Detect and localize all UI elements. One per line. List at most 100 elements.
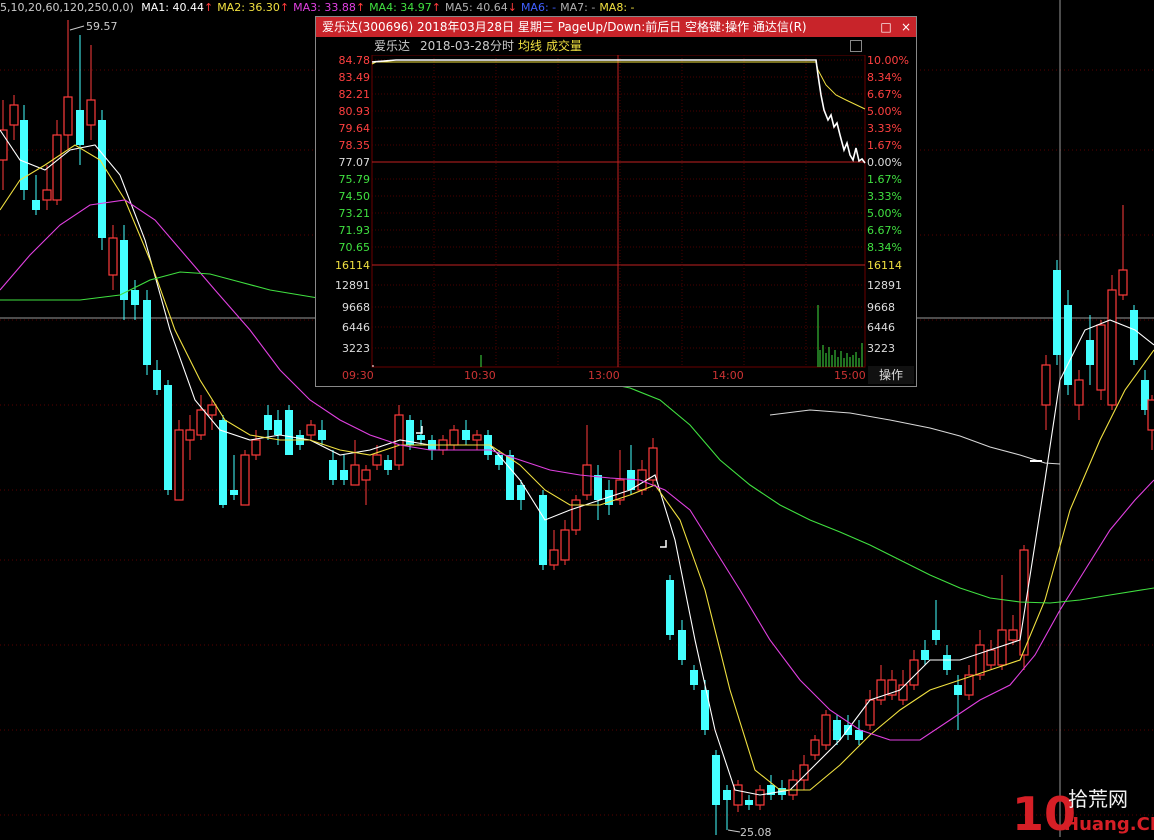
candle[interactable] bbox=[909, 650, 919, 690]
price-axis-label: 80.93 bbox=[338, 105, 371, 118]
candle[interactable] bbox=[723, 785, 731, 830]
candle[interactable] bbox=[755, 785, 765, 810]
intraday-chart[interactable] bbox=[316, 55, 916, 369]
candle[interactable] bbox=[921, 640, 929, 665]
candle[interactable] bbox=[428, 435, 436, 460]
candle[interactable] bbox=[76, 35, 84, 165]
price-axis-label: 83.49 bbox=[338, 71, 371, 84]
candle[interactable] bbox=[666, 575, 674, 640]
candle[interactable] bbox=[153, 360, 161, 395]
candle[interactable] bbox=[1074, 370, 1084, 420]
candle[interactable] bbox=[329, 450, 337, 485]
candle[interactable] bbox=[285, 405, 293, 455]
candle[interactable] bbox=[932, 600, 940, 645]
candle[interactable] bbox=[63, 20, 73, 150]
panel-icon[interactable] bbox=[850, 40, 862, 52]
price-axis-label: 84.78 bbox=[338, 54, 371, 67]
close-icon[interactable]: × bbox=[896, 17, 916, 37]
candle[interactable] bbox=[449, 425, 459, 450]
candle[interactable] bbox=[361, 465, 371, 505]
candle[interactable] bbox=[9, 95, 19, 140]
candle[interactable] bbox=[318, 420, 326, 445]
candle[interactable] bbox=[174, 420, 184, 501]
candle[interactable] bbox=[42, 165, 52, 210]
candle[interactable] bbox=[615, 450, 625, 505]
volume-axis-label: 12891 bbox=[867, 279, 902, 292]
candle[interactable] bbox=[1086, 315, 1094, 385]
candle[interactable] bbox=[517, 480, 525, 510]
candle[interactable] bbox=[472, 430, 482, 450]
candle[interactable] bbox=[887, 670, 897, 700]
candle[interactable] bbox=[560, 520, 570, 565]
maximize-icon[interactable]: □ bbox=[876, 17, 896, 37]
candle[interactable] bbox=[251, 430, 261, 460]
candle[interactable] bbox=[865, 690, 875, 730]
candle[interactable] bbox=[86, 45, 96, 140]
tab-volume[interactable]: 成交量 bbox=[546, 37, 582, 55]
candle[interactable] bbox=[185, 415, 195, 460]
candle[interactable] bbox=[0, 100, 8, 190]
candle[interactable] bbox=[350, 440, 360, 486]
candle[interactable] bbox=[810, 735, 820, 760]
candle[interactable] bbox=[678, 620, 686, 665]
candle[interactable] bbox=[143, 290, 151, 375]
tab-avg-line[interactable]: 均线 bbox=[518, 37, 542, 55]
candle[interactable] bbox=[582, 425, 592, 500]
pct-axis-label: 6.67% bbox=[867, 88, 902, 101]
candle[interactable] bbox=[964, 665, 974, 700]
candle[interactable] bbox=[788, 770, 798, 800]
candle[interactable] bbox=[120, 225, 128, 320]
popup-titlebar[interactable]: 爱乐达(300696) 2018年03月28日 星期三 PageUp/Down:… bbox=[316, 17, 916, 37]
candle[interactable] bbox=[340, 455, 348, 485]
candle[interactable] bbox=[32, 175, 40, 215]
pct-axis-label: 5.00% bbox=[867, 105, 902, 118]
candle[interactable] bbox=[164, 380, 172, 495]
watermark-logo: 10 拾荒网 Huang.CN bbox=[1008, 780, 1154, 840]
popup-title: 爱乐达(300696) 2018年03月28日 星期三 PageUp/Down:… bbox=[322, 20, 807, 34]
tab-minute[interactable]: 分时 bbox=[490, 37, 514, 55]
candle[interactable] bbox=[712, 750, 720, 835]
candle[interactable] bbox=[1096, 320, 1106, 400]
candle[interactable] bbox=[1107, 275, 1117, 410]
candle[interactable] bbox=[1053, 260, 1061, 365]
candle[interactable] bbox=[821, 710, 831, 750]
candle[interactable] bbox=[240, 450, 250, 506]
candle[interactable] bbox=[219, 415, 227, 508]
high-price-label: 59.57 bbox=[86, 20, 118, 33]
candle[interactable] bbox=[745, 795, 753, 810]
price-axis-label: 73.21 bbox=[338, 207, 371, 220]
candle[interactable] bbox=[1130, 305, 1138, 365]
candle[interactable] bbox=[690, 665, 698, 690]
candle[interactable] bbox=[855, 720, 863, 745]
candle[interactable] bbox=[230, 455, 238, 500]
candle[interactable] bbox=[264, 405, 272, 440]
candle[interactable] bbox=[462, 420, 470, 445]
candle[interactable] bbox=[108, 225, 118, 290]
candle[interactable] bbox=[306, 420, 316, 440]
candle[interactable] bbox=[394, 405, 404, 470]
candle[interactable] bbox=[701, 680, 709, 735]
candle[interactable] bbox=[20, 105, 28, 200]
candle[interactable] bbox=[1147, 395, 1154, 450]
candle[interactable] bbox=[1008, 615, 1018, 645]
candle[interactable] bbox=[1118, 205, 1128, 300]
low-price-label: 25.08 bbox=[740, 826, 772, 839]
candle[interactable] bbox=[571, 495, 581, 535]
candle[interactable] bbox=[196, 395, 206, 440]
candle[interactable] bbox=[594, 465, 602, 520]
candle[interactable] bbox=[733, 780, 743, 812]
candle[interactable] bbox=[384, 455, 392, 475]
candle[interactable] bbox=[954, 675, 962, 730]
candle[interactable] bbox=[539, 490, 547, 570]
candle[interactable] bbox=[1064, 290, 1072, 395]
candle[interactable] bbox=[844, 715, 852, 740]
candle[interactable] bbox=[767, 775, 775, 800]
operate-button[interactable]: 操作 bbox=[868, 366, 914, 384]
watermark-cn: 拾荒网 bbox=[1068, 787, 1128, 811]
candle[interactable] bbox=[997, 575, 1007, 670]
candle[interactable] bbox=[549, 530, 559, 570]
candle[interactable] bbox=[1041, 355, 1051, 430]
candle[interactable] bbox=[98, 110, 106, 250]
candle[interactable] bbox=[876, 665, 886, 705]
intraday-popup-window[interactable]: 爱乐达(300696) 2018年03月28日 星期三 PageUp/Down:… bbox=[315, 16, 917, 387]
